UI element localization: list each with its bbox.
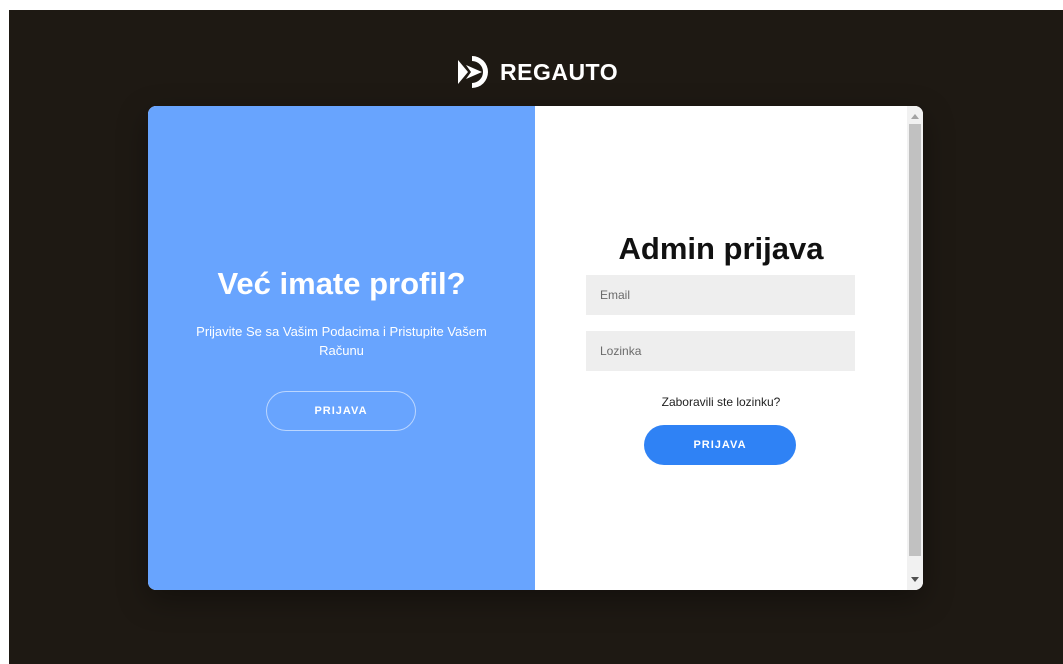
login-submit-button[interactable]: PRIJAVA [644, 425, 796, 465]
password-field[interactable] [586, 331, 855, 371]
login-card: Već imate profil? Prijavite Se sa Vašim … [148, 106, 923, 590]
switch-login-button[interactable]: PRIJAVA [266, 391, 416, 431]
vertical-scrollbar[interactable] [907, 106, 923, 590]
scroll-up-icon[interactable] [907, 108, 923, 124]
admin-login-title: Admin prijava [618, 231, 824, 266]
welcome-panel: Već imate profil? Prijavite Se sa Vašim … [148, 106, 535, 590]
admin-login-panel: Admin prijava Zaboravili ste lozinku? PR… [535, 106, 907, 590]
scroll-down-icon[interactable] [907, 572, 923, 588]
brand-logo: REGAUTO [452, 52, 618, 92]
email-field[interactable] [586, 275, 855, 315]
forgot-password-link[interactable]: Zaboravili ste lozinku? [535, 395, 907, 409]
welcome-title: Već imate profil? [217, 266, 466, 301]
regauto-logo-icon [458, 56, 488, 88]
brand-name: REGAUTO [500, 58, 619, 85]
welcome-subtitle: Prijavite Se sa Vašim Podacima i Pristup… [196, 324, 487, 358]
scrollbar-thumb[interactable] [909, 124, 921, 556]
